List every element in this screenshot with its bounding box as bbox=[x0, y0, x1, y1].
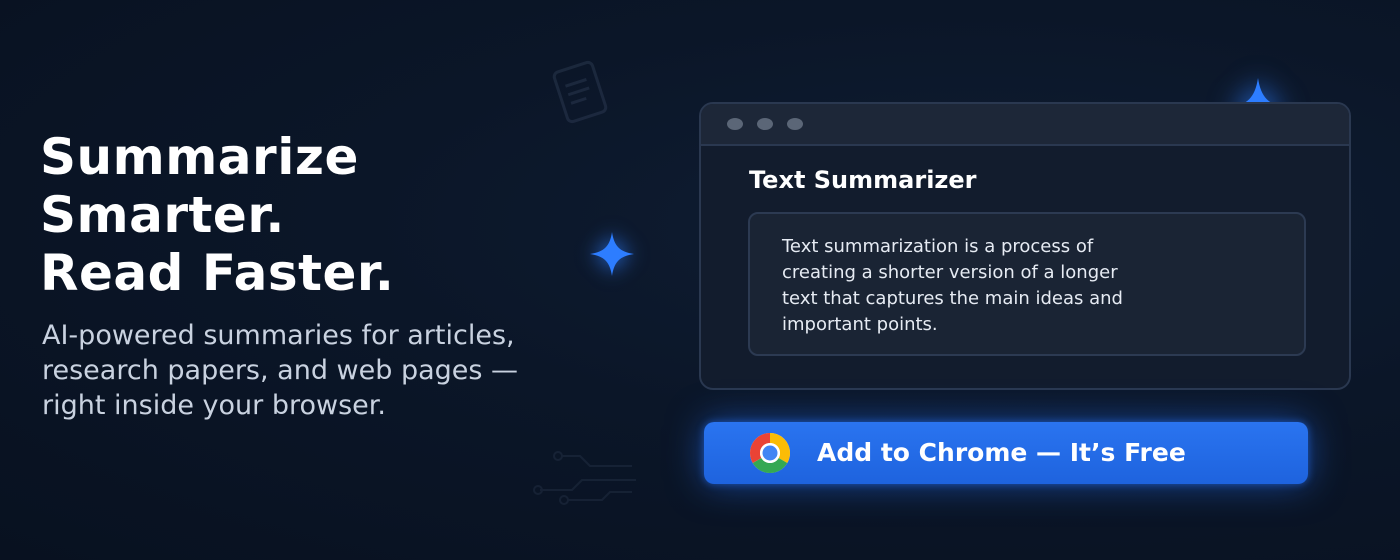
summary-line: text that captures the main ideas and bbox=[782, 288, 1123, 309]
browser-titlebar bbox=[701, 104, 1349, 146]
headline-line-2: Smarter. bbox=[40, 186, 285, 244]
summary-output-box: Text summarization is a process of creat… bbox=[748, 212, 1306, 356]
window-dot bbox=[727, 118, 743, 130]
summary-line: important points. bbox=[782, 314, 938, 335]
add-to-chrome-button[interactable]: Add to Chrome — It’s Free bbox=[704, 422, 1308, 484]
subheadline-line-3: right inside your browser. bbox=[42, 390, 386, 421]
subheadline-line-1: AI-powered summaries for articles, bbox=[42, 320, 515, 351]
window-dot bbox=[757, 118, 773, 130]
chrome-icon bbox=[750, 433, 790, 473]
window-dot bbox=[787, 118, 803, 130]
browser-preview-window: Text Summarizer Text summarization is a … bbox=[699, 102, 1351, 390]
headline: Summarize Smarter. Read Faster. bbox=[40, 128, 394, 302]
document-icon bbox=[552, 60, 608, 124]
panel-title: Text Summarizer bbox=[749, 166, 977, 194]
circuit-icon bbox=[533, 451, 636, 505]
summary-text: Text summarization is a process of creat… bbox=[782, 234, 1282, 338]
subheadline: AI-powered summaries for articles, resea… bbox=[42, 318, 692, 423]
add-to-chrome-label: Add to Chrome — It’s Free bbox=[817, 438, 1186, 467]
headline-line-1: Summarize bbox=[40, 128, 359, 186]
summary-line: creating a shorter version of a longer bbox=[782, 262, 1118, 283]
headline-line-3: Read Faster. bbox=[40, 244, 395, 302]
sparkle-icon bbox=[590, 232, 634, 276]
subheadline-line-2: research papers, and web pages — bbox=[42, 355, 519, 386]
summary-line: Text summarization is a process of bbox=[782, 236, 1094, 257]
